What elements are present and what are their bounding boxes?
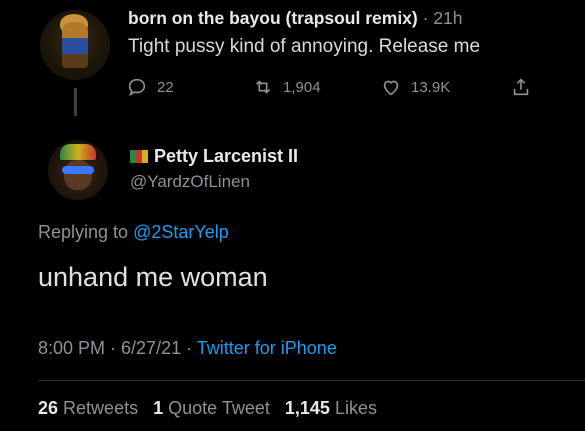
- retweets-label: Retweets: [63, 398, 139, 418]
- avatar-face: [64, 160, 92, 190]
- parent-display-name[interactable]: born on the bayou (trapsoul remix): [128, 8, 418, 28]
- parent-header: born on the bayou (trapsoul remix) · 21h: [128, 8, 463, 29]
- likes-stat[interactable]: 1,145 Likes: [285, 398, 387, 418]
- like-button[interactable]: 13.9K: [380, 76, 450, 98]
- avatar-figure: [62, 22, 88, 68]
- parent-timestamp[interactable]: 21h: [433, 8, 462, 28]
- retweets-count: 26: [38, 398, 59, 418]
- quote-count: 1: [153, 398, 164, 418]
- parent-separator: ·: [417, 8, 434, 28]
- like-count: 13.9K: [411, 78, 451, 96]
- parent-tweet[interactable]: born on the bayou (trapsoul remix) · 21h…: [0, 0, 585, 120]
- quote-stat[interactable]: 1 Quote Tweet: [153, 398, 280, 418]
- replying-to: Replying to @2StarYelp: [38, 222, 229, 243]
- replying-prefix: Replying to: [38, 222, 134, 242]
- likes-count: 1,145: [284, 398, 330, 418]
- replying-to-handle[interactable]: @2StarYelp: [133, 222, 229, 242]
- divider: [38, 380, 585, 381]
- reply-icon: [128, 78, 146, 97]
- engagement-stats: 26 Retweets 1 Quote Tweet 1,145 Likes: [38, 398, 387, 419]
- quote-label: Quote Tweet: [168, 398, 270, 418]
- tweet-datetime[interactable]: 8:00 PM · 6/27/21 ·: [38, 338, 197, 358]
- reply-count: 22: [157, 78, 174, 96]
- tweet-text: unhand me woman: [38, 262, 268, 292]
- author-display-name: Petty Larcenist II: [154, 146, 299, 166]
- flag-icon: [130, 150, 148, 163]
- share-icon: [513, 78, 529, 96]
- retweets-stat[interactable]: 26 Retweets: [38, 398, 148, 418]
- retweet-count: 1,904: [283, 78, 321, 96]
- likes-label: Likes: [334, 398, 377, 418]
- retweet-icon: [255, 80, 271, 94]
- avatar-cap: [60, 144, 96, 160]
- retweet-button[interactable]: 1,904: [252, 76, 321, 98]
- share-button[interactable]: [510, 76, 532, 98]
- like-icon: [383, 80, 399, 96]
- reply-button[interactable]: 22: [126, 76, 174, 98]
- tweet-source[interactable]: Twitter for iPhone: [197, 338, 337, 358]
- parent-actions-bar: 22 1,904 13.9K: [0, 76, 585, 100]
- avatar-glasses: [62, 166, 94, 174]
- parent-avatar[interactable]: [40, 10, 110, 80]
- parent-tweet-text: Tight pussy kind of annoying. Release me: [128, 36, 481, 57]
- author-avatar[interactable]: [48, 140, 108, 200]
- author-handle[interactable]: @YardzOfLinen: [130, 172, 250, 192]
- author-name-row[interactable]: Petty Larcenist II: [130, 146, 298, 167]
- tweet-meta: 8:00 PM · 6/27/21 · Twitter for iPhone: [38, 338, 337, 359]
